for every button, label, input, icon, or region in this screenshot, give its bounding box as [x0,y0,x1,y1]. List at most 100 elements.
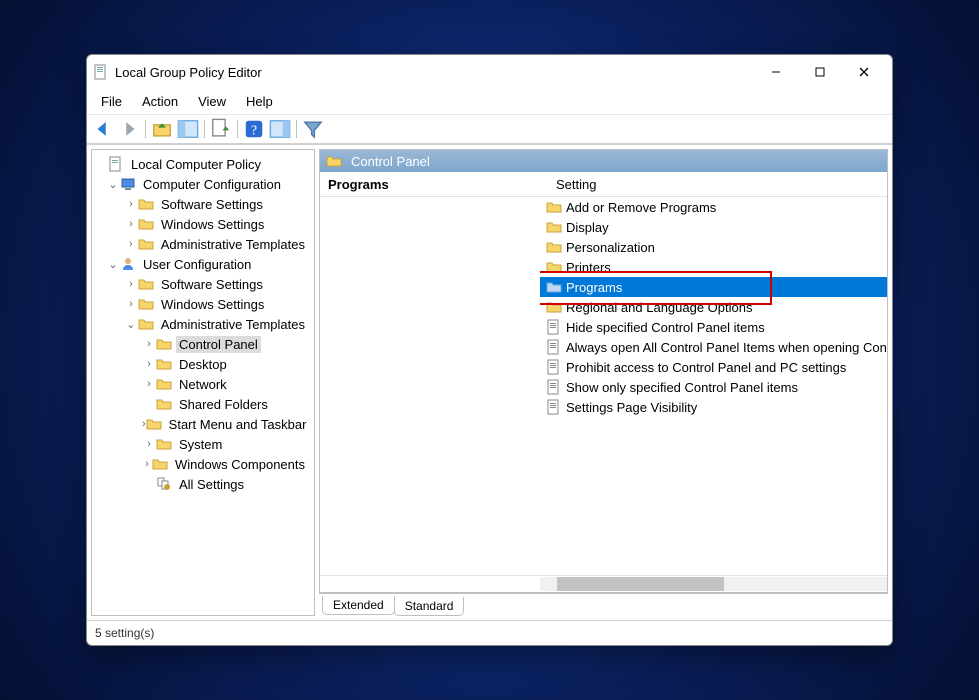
up-folder-button[interactable] [150,117,174,141]
setting-row[interactable]: Regional and Language Options [540,297,887,317]
setting-row[interactable]: Programs [540,277,887,297]
close-button[interactable] [842,58,886,86]
tree-label: System [176,436,225,453]
folder-icon [546,219,562,235]
tree-all-settings[interactable]: ·All Settings [94,474,314,494]
expander-icon[interactable]: › [124,278,138,290]
tree-uc-windows-settings[interactable]: › Windows Settings [94,294,314,314]
tree-label: Administrative Templates [158,316,308,333]
policy-icon [546,379,562,395]
tree-label: Windows Components [172,456,308,473]
tree-user-configuration[interactable]: ⌄ User Configuration [94,254,314,274]
tree-system[interactable]: › System [94,434,314,454]
tree-shared-folders[interactable]: ·Shared Folders [94,394,314,414]
expander-icon[interactable]: › [142,358,156,370]
column-setting[interactable]: Setting [548,177,887,192]
expander-icon[interactable]: ⌄ [106,178,120,191]
setting-row[interactable]: Show only specified Control Panel items [540,377,887,397]
show-hide-action-pane-button[interactable] [268,117,292,141]
horizontal-scrollbar[interactable] [320,575,887,592]
gpedit-window: Local Group Policy Editor File Action Vi… [86,54,893,646]
setting-row[interactable]: Always open All Control Panel Items when… [540,337,887,357]
folder-icon [138,276,154,292]
user-icon [120,256,136,272]
folder-icon [156,356,172,372]
folder-icon [156,336,172,352]
tree-uc-software-settings[interactable]: ›Software Settings [94,274,314,294]
computer-icon [120,176,136,192]
policy-icon [546,359,562,375]
expander-icon[interactable]: › [124,238,138,250]
back-button[interactable] [91,117,115,141]
tree-start-menu[interactable]: ›Start Menu and Taskbar [94,414,314,434]
expander-icon[interactable]: ⌄ [106,258,120,271]
tree-network[interactable]: ›Network [94,374,314,394]
tree-control-panel[interactable]: ›Control Panel [94,334,314,354]
folder-icon [138,216,154,232]
setting-label: Personalization [566,240,655,255]
titlebar[interactable]: Local Group Policy Editor [87,55,892,89]
setting-row[interactable]: Personalization [540,237,887,257]
menu-help[interactable]: Help [238,91,281,112]
minimize-button[interactable] [754,58,798,86]
expander-icon[interactable]: › [124,298,138,310]
maximize-button[interactable] [798,58,842,86]
tree-cc-windows-settings[interactable]: ›Windows Settings [94,214,314,234]
menubar: File Action View Help [87,89,892,115]
folder-icon [546,299,562,315]
tab-extended[interactable]: Extended [322,596,395,615]
menu-file[interactable]: File [93,91,130,112]
tab-standard[interactable]: Standard [394,597,465,616]
setting-label: Add or Remove Programs [566,200,716,215]
tree-label: Windows Settings [158,296,267,313]
setting-label: Programs [566,280,622,295]
export-list-button[interactable] [209,117,233,141]
expander-icon[interactable]: › [142,378,156,390]
folder-icon [546,199,562,215]
menu-view[interactable]: View [190,91,234,112]
expander-icon[interactable]: › [142,438,156,450]
folder-icon [138,196,154,212]
tree-desktop[interactable]: ›Desktop [94,354,314,374]
setting-label: Printers [566,260,611,275]
tree-computer-configuration[interactable]: ⌄ Computer Configuration [94,174,314,194]
tree-label: User Configuration [140,256,254,273]
settings-list[interactable]: Add or Remove Programs Display Personaliza… [540,197,887,575]
statusbar: 5 setting(s) [87,620,892,645]
all-settings-icon [156,476,172,492]
setting-row[interactable]: Settings Page Visibility [540,397,887,417]
show-hide-tree-button[interactable] [176,117,200,141]
expander-icon[interactable]: › [142,458,152,470]
tree-cc-software-settings[interactable]: › Software Settings [94,194,314,214]
expander-icon[interactable]: › [124,218,138,230]
right-pane: Control Panel Programs Setting Add or Re… [319,149,888,616]
tree-label: Start Menu and Taskbar [166,416,310,433]
tree-cc-admin-templates[interactable]: ›Administrative Templates [94,234,314,254]
tree-label: Local Computer Policy [128,156,264,173]
forward-button[interactable] [117,117,141,141]
folder-icon [138,236,154,252]
header-title: Control Panel [348,153,433,170]
tree-pane[interactable]: ▪ Local Computer Policy ⌄ Computer Confi… [91,149,315,616]
setting-row[interactable]: Add or Remove Programs [540,197,887,217]
tree-label: Software Settings [158,196,266,213]
tree-uc-admin-templates[interactable]: ⌄ Administrative Templates [94,314,314,334]
body-pane: ▪ Local Computer Policy ⌄ Computer Confi… [87,144,892,620]
expander-icon[interactable]: › [142,338,156,350]
tree-windows-components[interactable]: › Windows Components [94,454,314,474]
filter-button[interactable] [301,117,325,141]
window-title: Local Group Policy Editor [115,65,754,80]
setting-row[interactable]: Display [540,217,887,237]
expander-icon[interactable]: › [124,198,138,210]
setting-row[interactable]: Printers [540,257,887,277]
setting-row[interactable]: Hide specified Control Panel items [540,317,887,337]
menu-action[interactable]: Action [134,91,186,112]
setting-row[interactable]: Prohibit access to Control Panel and PC … [540,357,887,377]
expander-icon[interactable]: ⌄ [124,318,138,331]
folder-icon [156,396,172,412]
tree-label: All Settings [176,476,247,493]
help-button[interactable]: ? [242,117,266,141]
setting-label: Regional and Language Options [566,300,752,315]
tree-root[interactable]: ▪ Local Computer Policy [94,154,314,174]
scroll-thumb[interactable] [557,577,724,591]
